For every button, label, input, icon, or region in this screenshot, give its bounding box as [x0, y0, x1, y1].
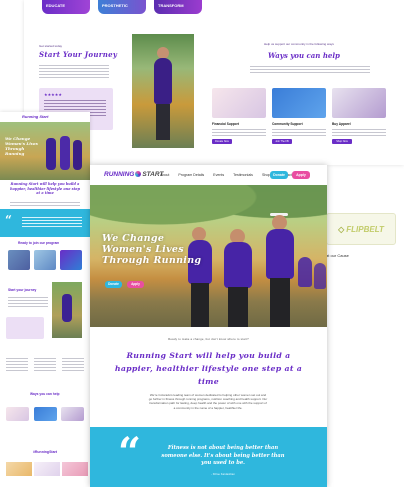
- intro-title: Running Start will help you build a happ…: [114, 351, 303, 386]
- journey-text: [39, 64, 109, 78]
- mobile-quote-text: [22, 216, 82, 228]
- nav-donate-button[interactable]: Donate: [270, 171, 288, 179]
- logo-running: RUNNING: [104, 171, 135, 178]
- ways-text: [250, 65, 370, 73]
- mobile-journey-text: [8, 296, 48, 308]
- main-desktop-page: RUNNING START About Program Details Event…: [90, 165, 327, 487]
- program-thumb[interactable]: [60, 250, 82, 270]
- way-card-text: [272, 128, 326, 136]
- flipbelt-icon: ◇: [338, 224, 345, 234]
- instagram-thumb[interactable]: [34, 462, 60, 476]
- runner-figure: [60, 136, 70, 170]
- mobile-ways-cards: [6, 407, 84, 421]
- program-pill[interactable]: Transform: [154, 0, 202, 14]
- way-card-title: Community Support: [272, 122, 303, 126]
- runner-head: [272, 215, 287, 230]
- runner-legs: [156, 104, 170, 140]
- runner-figure: [62, 294, 72, 322]
- quote-mark-icon: “: [5, 213, 12, 227]
- mobile-hero: We Change Women's Lives Through Running: [0, 122, 90, 180]
- program-pill[interactable]: Prosthetic: [98, 0, 146, 14]
- mobile-headline: Running Start will help you build a happ…: [10, 182, 80, 195]
- mobile-body-text: [10, 201, 80, 207]
- runner-legs: [270, 278, 290, 327]
- intro-eyebrow: Ready to make a change, but don't know w…: [168, 337, 249, 341]
- mobile-quote-band: “: [0, 209, 90, 237]
- hero-title: We Change Women's Lives Through Running: [102, 233, 202, 266]
- journey-eyebrow: Get started today: [39, 44, 63, 48]
- runner-body: [314, 263, 326, 289]
- mobile-ways-heading: Ways you can help: [30, 392, 60, 396]
- runner-body: [298, 257, 312, 287]
- program-thumb[interactable]: [8, 250, 30, 270]
- runner-body: [154, 58, 172, 104]
- quote-band: “ Fitness is not about being better than…: [90, 427, 327, 487]
- runner-figure: [46, 138, 56, 170]
- mobile-testimonial-card: [6, 317, 44, 339]
- way-card-title: Buy Apparel: [332, 122, 351, 126]
- intro-body: We're Colorado's leading team of women d…: [148, 393, 268, 410]
- sponsor-logo-text: FLIPBELT: [346, 224, 384, 234]
- mobile-logo[interactable]: Running Start: [22, 114, 48, 119]
- way-card-image[interactable]: [33, 407, 57, 421]
- nav-apply-button[interactable]: Apply: [292, 171, 310, 179]
- instagram-thumb[interactable]: [6, 462, 32, 476]
- program-thumb[interactable]: [34, 250, 56, 270]
- feature-item: [6, 357, 28, 371]
- way-card-image[interactable]: [61, 407, 84, 421]
- mobile-journey-heading: Start your journey: [8, 288, 37, 292]
- way-card-image: [212, 88, 266, 118]
- nav-link-testimonials[interactable]: Testimonials: [233, 173, 253, 177]
- way-card-image: [272, 88, 326, 118]
- ways-title: Ways you can help: [268, 51, 340, 60]
- way-card: Community Support Join The FB Group: [272, 88, 326, 148]
- mobile-feature-row: [6, 357, 84, 371]
- logo-icon: [135, 171, 142, 177]
- mobile-hashtag: #RunningStart: [32, 450, 58, 454]
- site-logo[interactable]: RUNNING START: [104, 171, 163, 178]
- way-card-button[interactable]: Donate Now: [212, 139, 232, 144]
- quote-text: Fitness is not about being better than s…: [161, 445, 285, 466]
- quote-mark-icon: “: [118, 429, 142, 476]
- mobile-page: Running Start We Change Women's Lives Th…: [0, 112, 90, 487]
- nav-link-program-details[interactable]: Program Details: [178, 173, 204, 177]
- screenshot-stage: Educate Prosthetic Transform Get started…: [0, 0, 404, 487]
- instagram-thumb[interactable]: [62, 462, 88, 476]
- feature-item: [62, 357, 84, 371]
- sponsor-cause-label: at our Cause: [326, 253, 349, 258]
- hero-banner: We Change Women's Lives Through Running …: [90, 185, 327, 327]
- way-card: Financial Support Donate Now: [212, 88, 266, 144]
- runner-legs: [228, 287, 248, 327]
- runner-photo: [132, 34, 194, 148]
- mobile-runner-photo: [52, 282, 82, 338]
- feature-item: [34, 357, 56, 371]
- rating-stars: ★★★★★: [44, 92, 62, 97]
- mobile-programs-heading: Ready to join our program: [18, 241, 60, 245]
- ways-eyebrow: Help us support our community in the fol…: [264, 42, 334, 46]
- runner-figure: [73, 140, 82, 170]
- way-card: Buy Apparel Shop Now: [332, 88, 386, 144]
- runner-legs: [191, 283, 209, 327]
- hero-apply-button[interactable]: Apply: [127, 281, 144, 288]
- way-card-text: [212, 128, 266, 136]
- program-pills: Educate Prosthetic Transform: [42, 0, 202, 14]
- way-card-button[interactable]: Join The FB Group: [272, 139, 292, 148]
- nav-link-about[interactable]: About: [160, 173, 169, 177]
- hero-donate-button[interactable]: Donate: [105, 281, 122, 288]
- runner-body: [224, 242, 252, 288]
- way-card-button[interactable]: Shop Now: [332, 139, 352, 144]
- way-card-title: Financial Support: [212, 122, 239, 126]
- nav-link-events[interactable]: Events: [213, 173, 224, 177]
- journey-title: Start Your Journey: [39, 50, 118, 59]
- runner-body: [266, 229, 294, 279]
- way-card-text: [332, 128, 386, 136]
- way-card-image: [332, 88, 386, 118]
- sponsor-logo: ◇ FLIPBELT: [326, 213, 396, 245]
- program-pill[interactable]: Educate: [42, 0, 90, 14]
- way-card-image[interactable]: [6, 407, 29, 421]
- top-nav: RUNNING START About Program Details Event…: [90, 165, 327, 185]
- quote-author: - Khloe Kardashian: [211, 472, 235, 476]
- mobile-hero-title: We Change Women's Lives Through Running: [5, 136, 38, 156]
